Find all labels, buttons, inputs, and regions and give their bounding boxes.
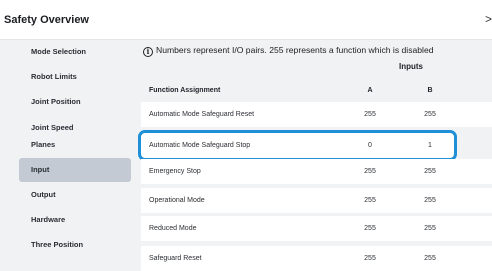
sidebar-item-input[interactable]: Input [19,158,131,182]
function-name: Reduced Mode [149,225,197,232]
sidebar-item-three-position[interactable]: Three Position [19,233,131,257]
table-row[interactable]: Safeguard Reset 255 255 [141,246,492,271]
chevron-right-icon[interactable]: > [485,12,492,26]
function-name: Automatic Mode Safeguard Reset [149,111,255,118]
input-a-value: 255 [364,225,376,232]
column-header-b: B [427,87,433,94]
input-a-value: 255 [364,197,376,204]
info-note: i Numbers represent I/O pairs. 255 repres… [143,43,434,57]
column-header-function: Function Assignment [149,87,221,94]
table-row[interactable]: Emergency Stop 255 255 [141,159,492,184]
table-row[interactable]: Automatic Mode Safeguard Reset 255 255 [141,102,492,127]
input-a-value: 255 [364,168,376,175]
sidebar-item-hardware[interactable]: Hardware [19,208,131,232]
sidebar-item-robot-limits[interactable]: Robot Limits [19,65,131,89]
sidebar-item-label: Three Position [31,240,84,249]
column-header-a: A [367,87,373,94]
sidebar-item-label: Hardware [31,215,66,224]
function-name: Emergency Stop [149,168,201,175]
sidebar-item-planes[interactable]: Planes [19,133,131,157]
info-note-text: Numbers represent I/O pairs. 255 represe… [156,45,434,55]
input-a-value: 255 [364,255,376,262]
page-title: Safety Overview [4,14,89,26]
input-b-value: 255 [424,111,436,118]
inputs-group-header: Inputs [399,62,423,71]
sidebar-item-label: Joint Speed [31,123,74,132]
sidebar-item-mode-selection[interactable]: Mode Selection [19,40,131,64]
function-name: Safeguard Reset [149,255,202,262]
sidebar-item-output[interactable]: Output [19,183,131,207]
input-a-value: 255 [364,111,376,118]
sidebar-item-label: Planes [31,140,56,149]
table-row[interactable]: Reduced Mode 255 255 [141,216,492,241]
main-panel: i Numbers represent I/O pairs. 255 repres… [135,40,492,271]
info-icon: i [143,47,153,57]
table-row[interactable]: Operational Mode 255 255 [141,188,492,213]
sidebar-item-label: Joint Position [31,97,81,106]
sidebar-item-joint-position[interactable]: Joint Position [19,90,131,114]
input-b-value: 255 [424,255,436,262]
input-b-value: 1 [428,142,432,149]
input-b-value: 255 [424,197,436,204]
input-a-value: 0 [368,142,372,149]
sidebar: Mode Selection Robot Limits Joint Positi… [0,40,135,271]
sidebar-item-label: Input [31,165,50,174]
table-row-selected[interactable]: Automatic Mode Safeguard Stop 0 1 [138,130,457,161]
input-b-value: 255 [424,168,436,175]
function-name: Automatic Mode Safeguard Stop [149,142,251,149]
header-bar: Safety Overview > [0,0,492,40]
sidebar-item-label: Output [31,190,56,199]
function-name: Operational Mode [149,197,205,204]
sidebar-item-label: Robot Limits [31,72,77,81]
input-b-value: 255 [424,225,436,232]
sidebar-item-label: Mode Selection [31,47,87,56]
